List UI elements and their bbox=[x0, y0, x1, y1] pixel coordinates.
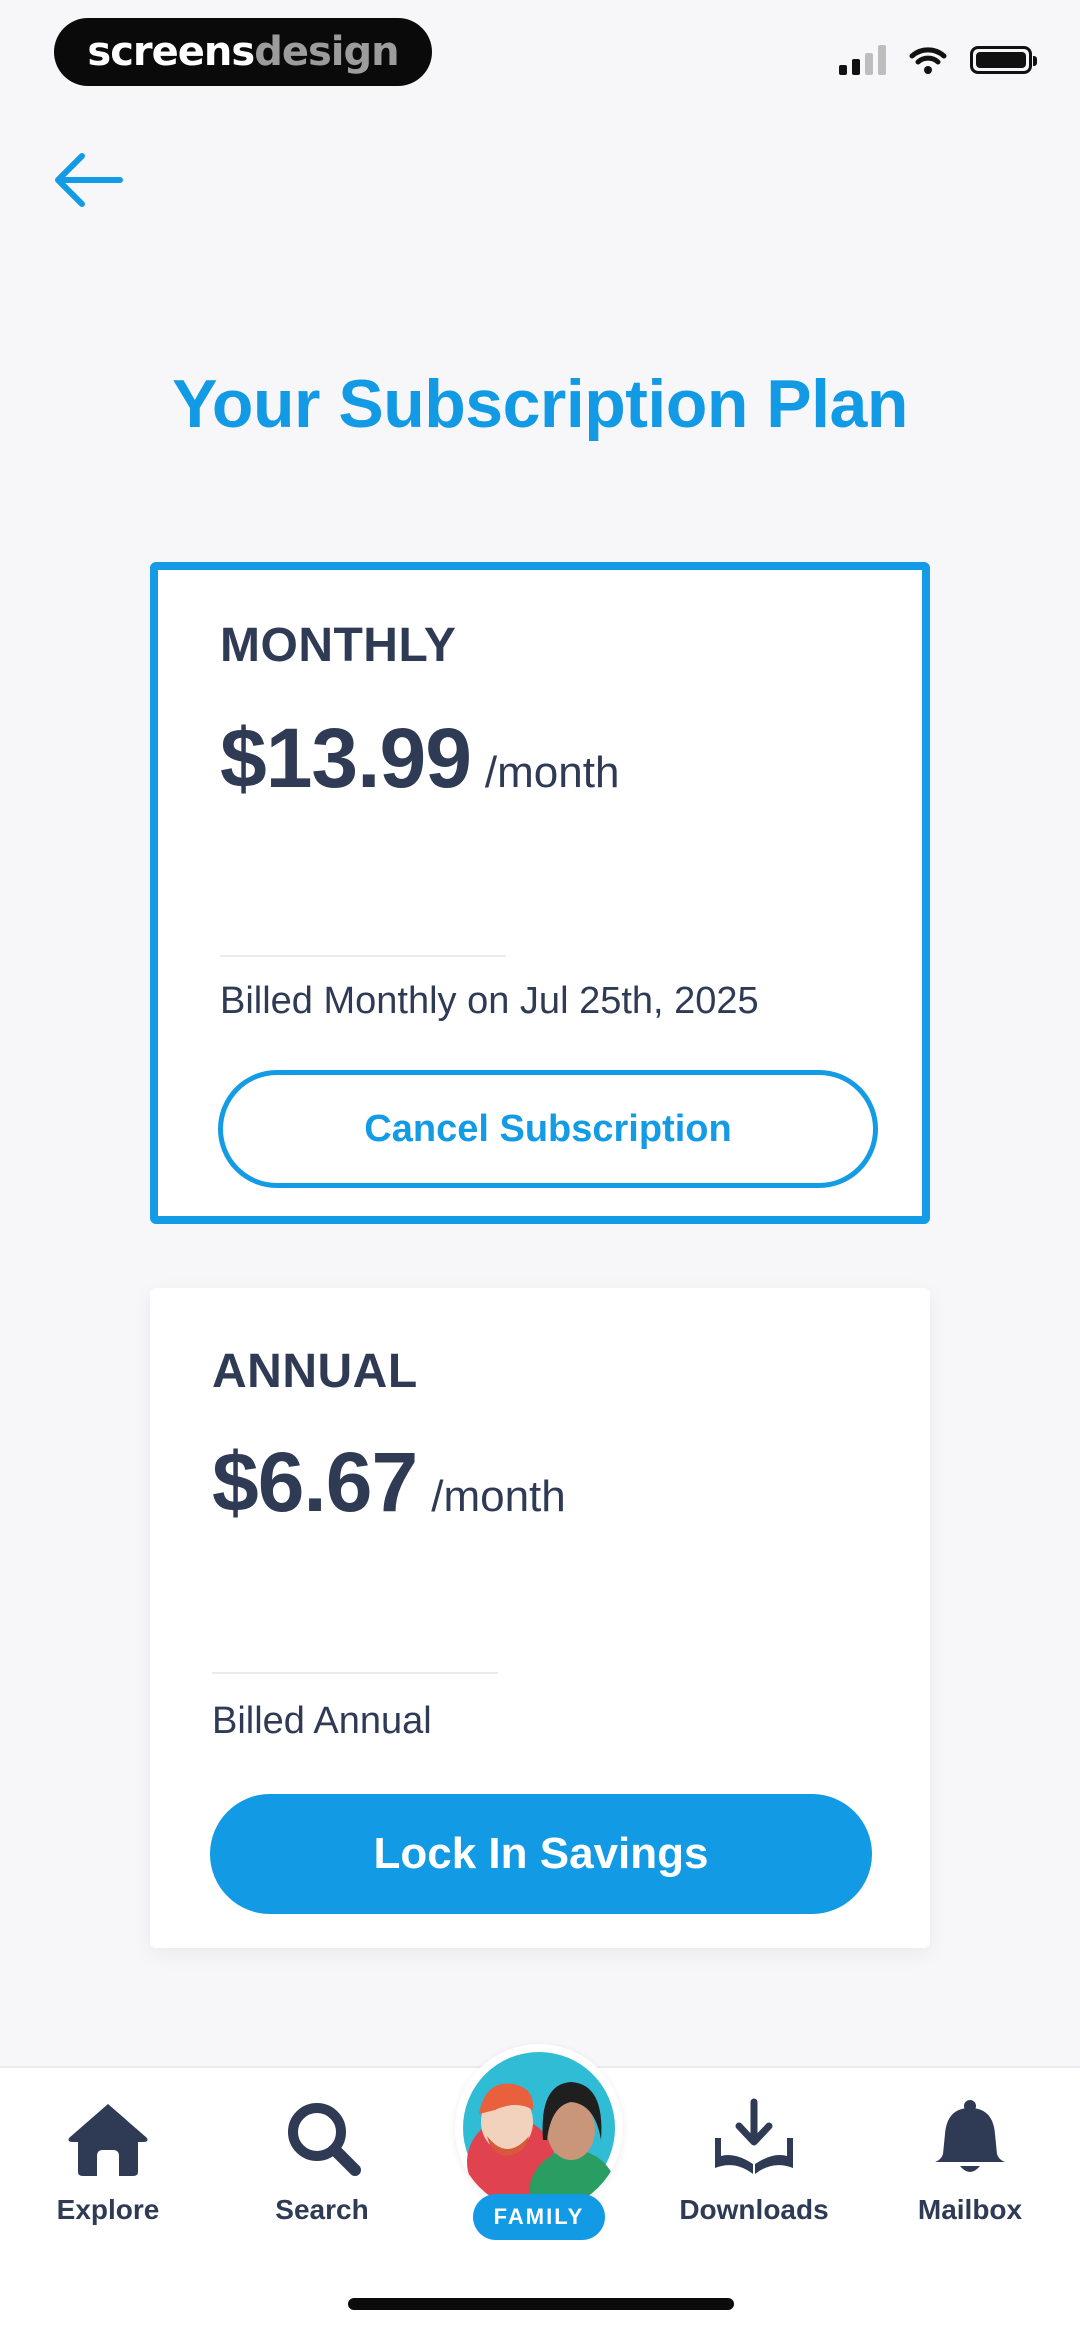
watermark-part-screens: screens bbox=[87, 29, 255, 75]
plan-name: MONTHLY bbox=[220, 619, 457, 672]
home-indicator[interactable] bbox=[348, 2298, 734, 2310]
billing-info: Billed Annual bbox=[212, 1700, 432, 1742]
family-badge: FAMILY bbox=[473, 2194, 605, 2240]
price-row: $6.67 /month bbox=[212, 1434, 566, 1531]
nav-label: Downloads bbox=[679, 2194, 829, 2225]
home-icon bbox=[68, 2104, 148, 2176]
billing-info: Billed Monthly on Jul 25th, 2025 bbox=[220, 980, 759, 1022]
wifi-icon bbox=[909, 47, 947, 74]
battery-icon bbox=[970, 46, 1037, 74]
plan-price: $6.67 bbox=[212, 1435, 418, 1529]
plan-period: /month bbox=[484, 748, 620, 797]
nav-item-mailbox[interactable]: Mailbox bbox=[880, 2098, 1060, 2226]
divider bbox=[212, 1672, 498, 1674]
nav-label: Search bbox=[275, 2194, 369, 2225]
plan-period: /month bbox=[431, 1472, 566, 1521]
plan-price: $13.99 bbox=[220, 711, 472, 805]
nav-item-family[interactable]: FAMILY bbox=[452, 2044, 628, 2244]
lock-in-savings-button[interactable]: Lock In Savings bbox=[210, 1794, 872, 1914]
nav-label: Mailbox bbox=[917, 2194, 1023, 2225]
cellular-signal-icon bbox=[839, 45, 886, 75]
download-book-icon bbox=[715, 2098, 793, 2174]
nav-item-search[interactable]: Search bbox=[232, 2098, 412, 2226]
back-button[interactable] bbox=[50, 140, 130, 220]
status-icons bbox=[839, 40, 1037, 80]
family-avatar-icon bbox=[455, 2044, 623, 2212]
plan-card-monthly[interactable]: MONTHLY $13.99 /month Billed Monthly on … bbox=[150, 562, 930, 1224]
watermark-part-design: design bbox=[254, 29, 399, 75]
nav-item-downloads[interactable]: Downloads bbox=[664, 2098, 844, 2226]
arrow-left-icon bbox=[55, 153, 123, 207]
divider bbox=[220, 955, 506, 957]
bell-icon bbox=[935, 2100, 1005, 2172]
nav-label: Explore bbox=[56, 2194, 160, 2225]
price-row: $13.99 /month bbox=[220, 710, 619, 807]
nav-item-explore[interactable]: Explore bbox=[18, 2098, 198, 2226]
plan-card-annual[interactable]: ANNUAL $6.67 /month Billed Annual Lock I… bbox=[150, 1288, 930, 1948]
search-icon bbox=[288, 2103, 361, 2176]
page-title: Your Subscription Plan bbox=[172, 366, 908, 442]
plan-name: ANNUAL bbox=[212, 1345, 418, 1398]
cancel-subscription-button[interactable]: Cancel Subscription bbox=[218, 1070, 878, 1188]
screensdesign-watermark: screens design bbox=[54, 18, 432, 86]
